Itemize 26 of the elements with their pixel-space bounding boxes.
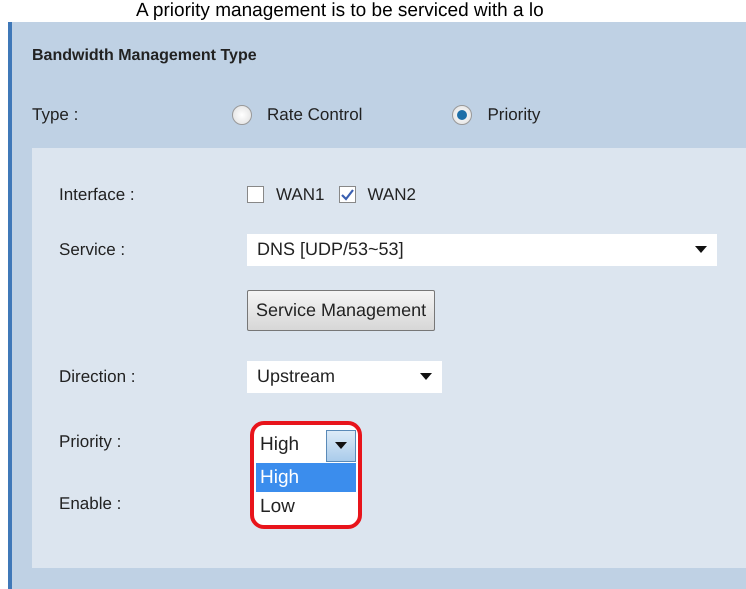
- radio-button[interactable]: [452, 104, 472, 125]
- checkbox[interactable]: [247, 186, 264, 203]
- dropdown-toggle[interactable]: [326, 430, 356, 462]
- radio-button[interactable]: [232, 104, 252, 125]
- checkbox-label: WAN2: [368, 184, 416, 206]
- field-label: Priority :: [59, 430, 122, 453]
- service-dropdown[interactable]: DNS [UDP/53~53]: [247, 234, 717, 266]
- caret-icon: [695, 246, 707, 253]
- field-label: Interface :: [59, 184, 136, 206]
- caret-icon: [420, 373, 432, 380]
- caret-icon: [335, 442, 347, 449]
- field-label: Direction :: [59, 366, 137, 388]
- dropdown-option[interactable]: Low: [256, 492, 356, 520]
- field-label: Enable :: [59, 492, 122, 515]
- radio-label: Priority: [487, 104, 540, 126]
- direction-dropdown[interactable]: Upstream: [247, 360, 442, 392]
- section-title: Bandwidth Management Type: [32, 46, 258, 66]
- caption-text: A priority management is to be serviced with a lo: [136, 0, 544, 22]
- service-management-button[interactable]: Service Management: [247, 290, 436, 331]
- field-label: Service :: [59, 238, 126, 261]
- field-label: Type :: [32, 104, 80, 126]
- dropdown-value: High: [260, 433, 300, 458]
- checkbox-label: WAN1: [276, 184, 324, 206]
- checkbox[interactable]: [338, 186, 356, 203]
- priority-dropdown[interactable]: High High Low: [250, 420, 362, 528]
- radio-label: Rate Control: [267, 104, 362, 126]
